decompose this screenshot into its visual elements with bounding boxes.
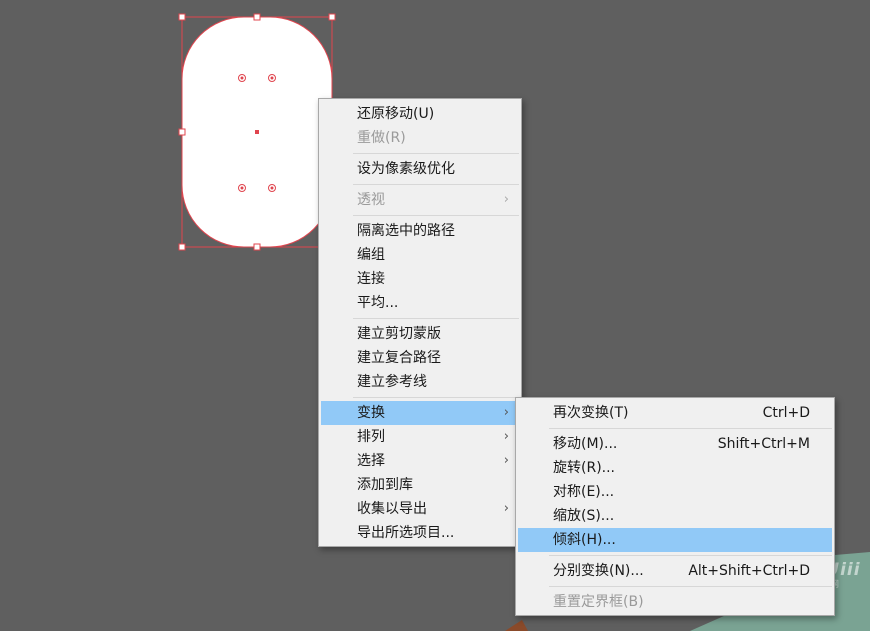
menu-separator bbox=[549, 555, 832, 556]
transform-submenu-item-shortcut: Shift+Ctrl+M bbox=[717, 436, 810, 452]
transform-submenu-item-shortcut: Alt+Shift+Ctrl+D bbox=[688, 563, 810, 579]
context-menu-item[interactable]: 还原移动(U) bbox=[321, 102, 519, 126]
context-menu-item-label: 建立参考线 bbox=[357, 374, 427, 390]
center-point bbox=[255, 130, 259, 134]
transform-submenu-item-shortcut: Ctrl+D bbox=[762, 405, 810, 421]
menu-separator bbox=[353, 397, 519, 398]
context-menu-item-label: 设为像素级优化 bbox=[357, 161, 455, 177]
transform-submenu: 再次变换(T) Ctrl+D 移动(M)... Shift+Ctrl+M 旋转(R)..… bbox=[515, 397, 835, 616]
context-menu-item-label: 导出所选项目... bbox=[357, 525, 455, 541]
context-menu-item-label: 排列 bbox=[357, 429, 385, 445]
menu-separator bbox=[549, 586, 832, 587]
handle-top-right bbox=[328, 13, 336, 21]
menu-separator bbox=[353, 215, 519, 216]
context-menu-item[interactable]: 排列 › bbox=[321, 425, 519, 449]
artboard-canvas[interactable]: UiiiUiii 优优教程网 还原移动(U)重做(R)设为像素级优化透视›隔离选… bbox=[0, 0, 870, 631]
transform-submenu-item-label: 移动(M)... bbox=[553, 436, 618, 452]
context-menu-item[interactable]: 连接 bbox=[321, 267, 519, 291]
menu-separator bbox=[353, 153, 519, 154]
handle-middle-left bbox=[178, 128, 186, 136]
context-menu-item[interactable]: 导出所选项目... bbox=[321, 521, 519, 545]
menu-separator bbox=[353, 318, 519, 319]
context-menu-item[interactable]: 添加到库 bbox=[321, 473, 519, 497]
handle-top-left bbox=[178, 13, 186, 21]
context-menu-item[interactable]: 建立剪切蒙版 bbox=[321, 322, 519, 346]
context-menu-item: 透视 › bbox=[321, 188, 519, 212]
transform-submenu-item-label: 再次变换(T) bbox=[553, 405, 629, 421]
transform-submenu-item[interactable]: 旋转(R)... bbox=[518, 456, 832, 480]
handle-bottom-center bbox=[253, 243, 261, 251]
context-menu-item-label: 透视 bbox=[357, 192, 385, 208]
context-menu-item-label: 编组 bbox=[357, 247, 385, 263]
context-menu-item-label: 平均... bbox=[357, 295, 399, 311]
context-menu-item-label: 变换 bbox=[357, 405, 385, 421]
transform-submenu-item[interactable]: 再次变换(T) Ctrl+D bbox=[518, 401, 832, 425]
chevron-right-icon: › bbox=[503, 405, 509, 420]
transform-submenu-item[interactable]: 倾斜(H)... bbox=[518, 528, 832, 552]
transform-submenu-item-label: 重置定界框(B) bbox=[553, 594, 644, 610]
context-menu-item-label: 连接 bbox=[357, 271, 385, 287]
transform-submenu-item-label: 旋转(R)... bbox=[553, 460, 616, 476]
context-menu-item-label: 隔离选中的路径 bbox=[357, 223, 455, 239]
context-menu-item-label: 添加到库 bbox=[357, 477, 413, 493]
context-menu-item[interactable]: 编组 bbox=[321, 243, 519, 267]
chevron-right-icon: › bbox=[503, 453, 509, 468]
transform-submenu-item[interactable]: 分别变换(N)... Alt+Shift+Ctrl+D bbox=[518, 559, 832, 583]
transform-submenu-item: 重置定界框(B) bbox=[518, 590, 832, 614]
chevron-right-icon: › bbox=[503, 501, 509, 516]
context-menu: 还原移动(U) 重做(R) 设为像素级优化 透视 › 隔离选中的路径 编组连接平均... 建立… bbox=[318, 98, 522, 547]
context-menu-item[interactable]: 变换 › bbox=[321, 401, 519, 425]
context-menu-item[interactable]: 平均... bbox=[321, 291, 519, 315]
chevron-right-icon: › bbox=[503, 192, 509, 207]
context-menu-item-label: 建立复合路径 bbox=[357, 350, 441, 366]
transform-submenu-item[interactable]: 对称(E)... bbox=[518, 480, 832, 504]
transform-submenu-item-label: 对称(E)... bbox=[553, 484, 615, 500]
context-menu-item[interactable]: 建立复合路径 bbox=[321, 346, 519, 370]
context-menu-item[interactable]: 收集以导出 › bbox=[321, 497, 519, 521]
context-menu-item[interactable]: 设为像素级优化 bbox=[321, 157, 519, 181]
menu-separator bbox=[353, 184, 519, 185]
handle-bottom-left bbox=[178, 243, 186, 251]
transform-submenu-item-label: 分别变换(N)... bbox=[553, 563, 644, 579]
transform-submenu-item-label: 缩放(S)... bbox=[553, 508, 615, 524]
transform-submenu-item[interactable]: 缩放(S)... bbox=[518, 504, 832, 528]
transform-submenu-item-label: 倾斜(H)... bbox=[553, 532, 616, 548]
transform-submenu-item[interactable]: 移动(M)... Shift+Ctrl+M bbox=[518, 432, 832, 456]
menu-separator bbox=[549, 428, 832, 429]
context-menu-item[interactable]: 隔离选中的路径 bbox=[321, 219, 519, 243]
context-menu-item: 重做(R) bbox=[321, 126, 519, 150]
context-menu-item-label: 选择 bbox=[357, 453, 385, 469]
context-menu-item-label: 还原移动(U) bbox=[357, 106, 435, 122]
context-menu-item-label: 重做(R) bbox=[357, 130, 406, 146]
handle-top-center bbox=[253, 13, 261, 21]
context-menu-item-label: 建立剪切蒙版 bbox=[357, 326, 441, 342]
chevron-right-icon: › bbox=[503, 429, 509, 444]
context-menu-item[interactable]: 选择 › bbox=[321, 449, 519, 473]
context-menu-item[interactable]: 建立参考线 bbox=[321, 370, 519, 394]
context-menu-item-label: 收集以导出 bbox=[357, 501, 427, 517]
